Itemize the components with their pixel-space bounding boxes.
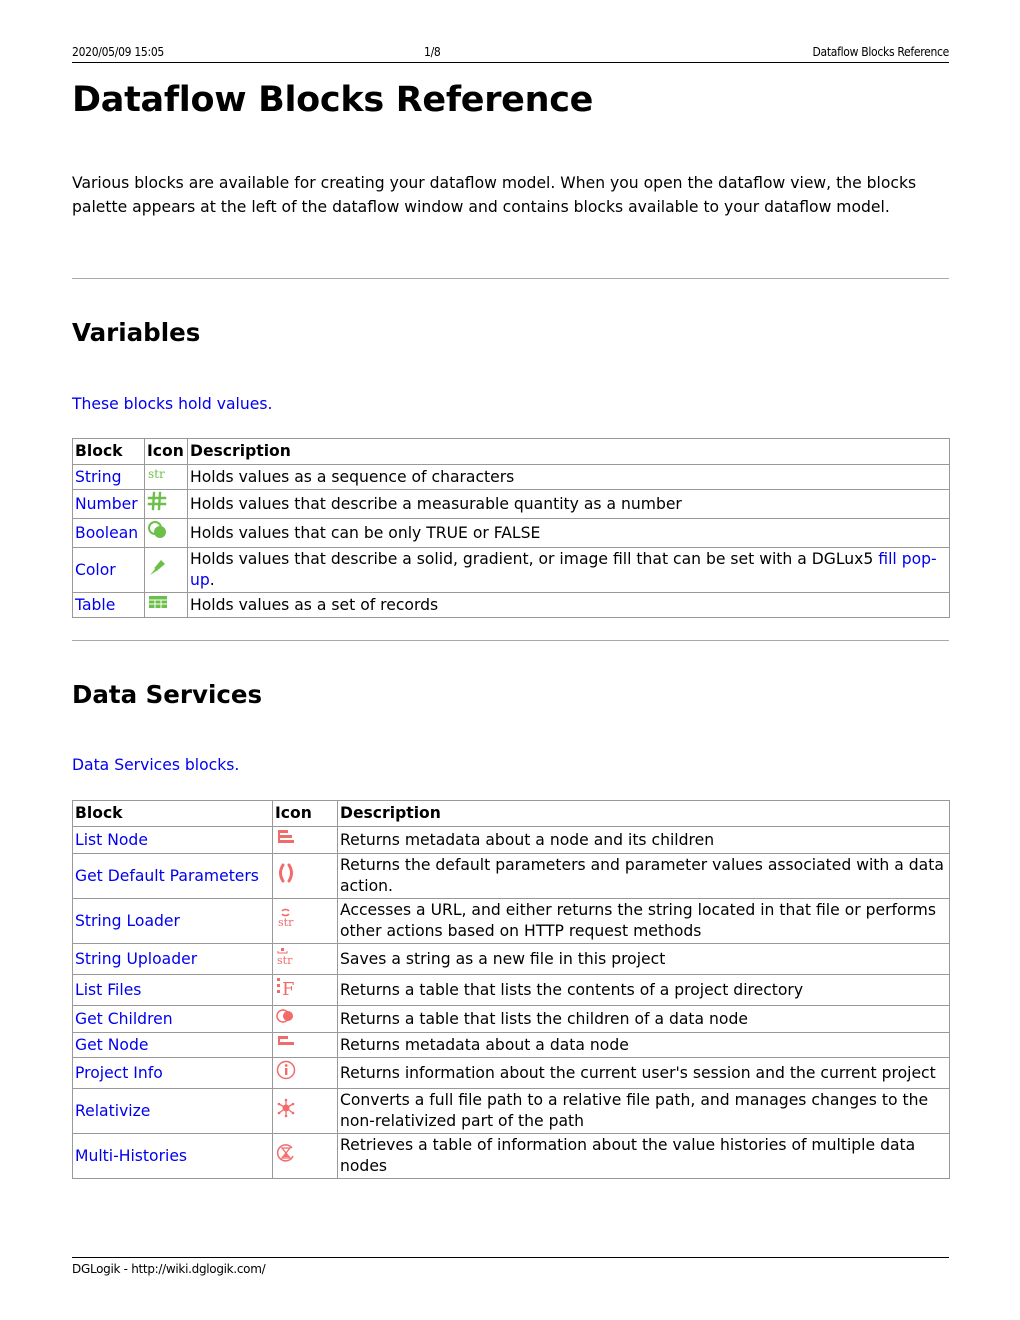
table-header-row: Block Icon Description: [72, 800, 950, 827]
table-row: Multi-Histories Retrieves a table of inf…: [72, 1133, 950, 1179]
block-description: Saves a string as a new file in this pro…: [337, 943, 950, 975]
block-link-list-files[interactable]: List Files: [75, 981, 141, 999]
get-node-icon: [275, 1034, 297, 1056]
page-footer: DGLogik - http://wiki.dglogik.com/: [72, 1262, 266, 1276]
table-row: Table Holds values as a set of records: [72, 592, 950, 618]
block-link-multi-histories[interactable]: Multi-Histories: [75, 1147, 187, 1165]
svg-text:str: str: [148, 467, 165, 481]
column-header-description: Description: [187, 438, 950, 465]
block-link-color[interactable]: Color: [75, 561, 116, 579]
block-description: Retrieves a table of information about t…: [337, 1133, 950, 1179]
block-link-get-node[interactable]: Get Node: [75, 1036, 148, 1054]
column-header-block: Block: [72, 800, 273, 827]
string-uploader-icon: str: [275, 945, 297, 973]
svg-text:str: str: [277, 954, 293, 967]
info-icon: [275, 1059, 297, 1087]
table-row: List Node Returns metadata about a node …: [72, 826, 950, 854]
block-link-get-children[interactable]: Get Children: [75, 1010, 173, 1028]
footer-divider: [72, 1257, 949, 1258]
intro-paragraph: Various blocks are available for creatin…: [72, 174, 917, 216]
table-row: Get Children Returns a table that lists …: [72, 1005, 950, 1033]
variables-lead-link[interactable]: These blocks hold values.: [72, 395, 272, 413]
data-services-table: Block Icon Description List Node Returns…: [72, 800, 950, 1179]
block-link-get-default-parameters[interactable]: Get Default Parameters: [75, 867, 259, 885]
block-description: Returns the default parameters and param…: [337, 853, 950, 899]
section-divider: [72, 640, 949, 641]
block-description: Holds values that can be only TRUE or FA…: [187, 518, 950, 548]
str-icon: str: [147, 466, 169, 488]
history-icon: [275, 1142, 297, 1170]
header-doc-title: Dataflow Blocks Reference: [812, 45, 950, 59]
data-services-lead-link[interactable]: Data Services blocks.: [72, 756, 239, 774]
section-divider: [72, 278, 949, 279]
boolean-icon: [147, 520, 169, 546]
svg-text:F: F: [282, 979, 295, 998]
hash-icon: [147, 491, 167, 517]
column-header-icon: Icon: [144, 438, 188, 465]
column-header-icon: Icon: [272, 800, 338, 827]
block-description: Holds values that describe a measurable …: [187, 489, 950, 519]
table-row: Color Holds values that describe a solid…: [72, 547, 950, 593]
header-page-number: 1/8: [424, 45, 441, 59]
table-row: Get Node Returns metadata about a data n…: [72, 1032, 950, 1058]
block-link-boolean[interactable]: Boolean: [75, 524, 138, 542]
table-row: List Files F Returns a table that lists …: [72, 974, 950, 1006]
block-description: Returns a table that lists the children …: [337, 1005, 950, 1033]
block-description: Returns metadata about a node and its ch…: [337, 826, 950, 854]
list-files-icon: F: [275, 976, 297, 1004]
table-row: Relativize Converts a full file path to …: [72, 1088, 950, 1134]
page-title: Dataflow Blocks Reference: [72, 80, 594, 120]
column-header-description: Description: [337, 800, 950, 827]
table-row: Boolean Holds values that can be only TR…: [72, 518, 950, 548]
paintbrush-icon: [147, 556, 169, 584]
table-row: String str Holds values as a sequence of…: [72, 464, 950, 490]
color-description-text: Holds values that describe a solid, grad…: [190, 550, 879, 568]
block-description: Returns metadata about a data node: [337, 1032, 950, 1058]
column-header-block: Block: [72, 438, 145, 465]
block-description: Holds values as a sequence of characters: [187, 464, 950, 490]
block-link-project-info[interactable]: Project Info: [75, 1064, 163, 1082]
block-link-table[interactable]: Table: [75, 596, 115, 614]
table-row: String Loader str Accesses a URL, and ei…: [72, 898, 950, 944]
table-row: Project Info Returns information about t…: [72, 1057, 950, 1089]
table-row: Get Default Parameters Returns the defau…: [72, 853, 950, 899]
block-description: Accesses a URL, and either returns the s…: [337, 898, 950, 944]
color-description-suffix: .: [209, 571, 215, 589]
table-icon: [147, 594, 169, 616]
string-loader-icon: str: [275, 907, 297, 935]
section-heading-variables: Variables: [72, 318, 201, 347]
table-row: String Uploader str Saves a string as a …: [72, 943, 950, 975]
block-link-number[interactable]: Number: [75, 495, 138, 513]
block-description: Holds values that describe a solid, grad…: [187, 547, 950, 593]
section-heading-data-services: Data Services: [72, 680, 263, 709]
relativize-icon: [275, 1097, 297, 1125]
parentheses-icon: [275, 863, 297, 889]
block-link-string-loader[interactable]: String Loader: [75, 912, 180, 930]
block-description: Converts a full file path to a relative …: [337, 1088, 950, 1134]
page-header: 2020/05/09 15:05 1/8 Dataflow Blocks Ref…: [72, 45, 949, 63]
list-node-icon: [275, 828, 297, 852]
block-description: Returns information about the current us…: [337, 1057, 950, 1089]
table-row: Number Holds values that describe a meas…: [72, 489, 950, 519]
block-link-string[interactable]: String: [75, 468, 122, 486]
table-header-row: Block Icon Description: [72, 438, 950, 465]
svg-text:str: str: [278, 916, 294, 929]
block-link-string-uploader[interactable]: String Uploader: [75, 950, 197, 968]
block-description: Returns a table that lists the contents …: [337, 974, 950, 1006]
variables-table: Block Icon Description String str Holds …: [72, 438, 950, 618]
header-timestamp: 2020/05/09 15:05: [72, 45, 164, 59]
block-link-list-node[interactable]: List Node: [75, 831, 148, 849]
block-link-relativize[interactable]: Relativize: [75, 1102, 150, 1120]
get-children-icon: [275, 1007, 297, 1031]
block-description: Holds values as a set of records: [187, 592, 950, 618]
